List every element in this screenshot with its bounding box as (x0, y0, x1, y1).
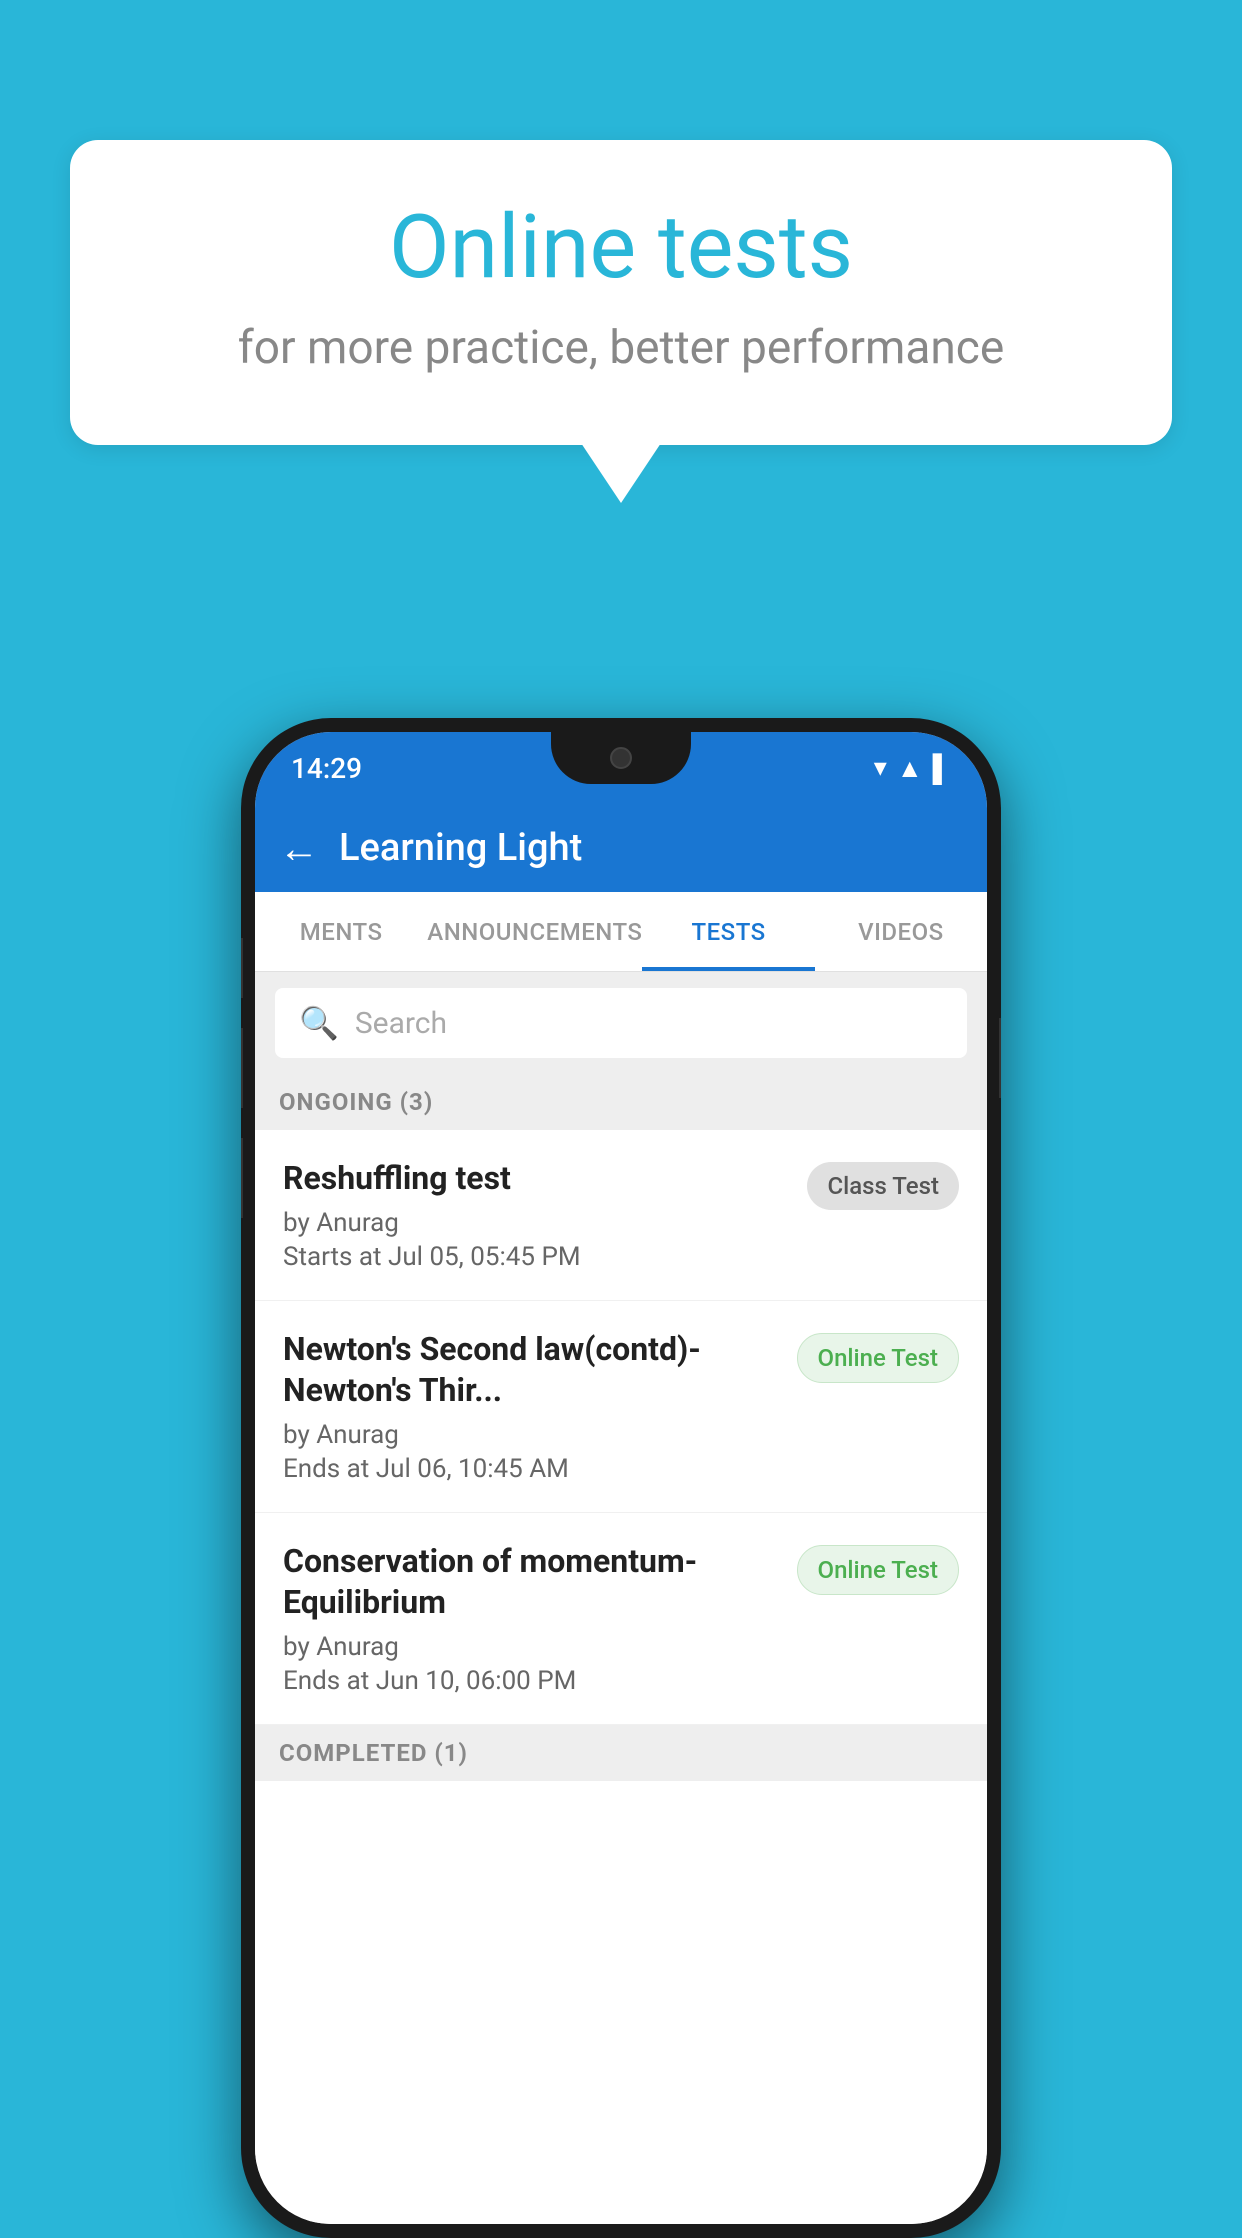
status-bar: 14:29 ▾ ▲ ▌ (255, 732, 987, 804)
test-by-reshuffling: by Anurag (283, 1208, 791, 1238)
status-time: 14:29 (291, 752, 362, 785)
ongoing-section-header: ONGOING (3) (255, 1074, 987, 1130)
test-item-reshuffling[interactable]: Reshuffling test by Anurag Starts at Jul… (255, 1130, 987, 1301)
test-badge-reshuffling: Class Test (807, 1162, 959, 1210)
test-name-conservation: Conservation of momentum-Equilibrium (283, 1541, 781, 1624)
tab-tests[interactable]: TESTS (642, 892, 814, 971)
volume-down-button[interactable] (241, 1028, 243, 1108)
signal-icon: ▲ (897, 753, 923, 784)
speech-bubble-container: Online tests for more practice, better p… (70, 140, 1172, 503)
test-name-reshuffling: Reshuffling test (283, 1158, 791, 1200)
app-bar-title: Learning Light (339, 826, 582, 870)
tests-list: Reshuffling test by Anurag Starts at Jul… (255, 1130, 987, 2224)
silent-button[interactable] (241, 1138, 243, 1218)
power-button[interactable] (999, 1018, 1001, 1098)
battery-icon: ▌ (933, 753, 951, 784)
test-by-newton: by Anurag (283, 1420, 781, 1450)
test-badge-conservation: Online Test (797, 1545, 959, 1595)
back-button[interactable]: ← (279, 825, 319, 872)
search-placeholder: Search (355, 1006, 447, 1041)
test-time-reshuffling: Starts at Jul 05, 05:45 PM (283, 1242, 791, 1272)
test-info-reshuffling: Reshuffling test by Anurag Starts at Jul… (283, 1158, 791, 1272)
wifi-icon: ▾ (874, 753, 887, 783)
tab-announcements[interactable]: ANNOUNCEMENTS (427, 892, 642, 971)
tab-videos[interactable]: VIDEOS (815, 892, 987, 971)
app-bar: ← Learning Light (255, 804, 987, 892)
test-time-conservation: Ends at Jun 10, 06:00 PM (283, 1666, 781, 1696)
speech-bubble-title: Online tests (150, 200, 1092, 297)
test-by-conservation: by Anurag (283, 1632, 781, 1662)
camera-dot (610, 747, 632, 769)
volume-up-button[interactable] (241, 938, 243, 998)
tab-ments[interactable]: MENTS (255, 892, 427, 971)
test-item-conservation[interactable]: Conservation of momentum-Equilibrium by … (255, 1513, 987, 1725)
phone-frame: 14:29 ▾ ▲ ▌ ← Learning Light MENTS ANNOU… (241, 718, 1001, 2238)
speech-bubble-arrow (581, 443, 661, 503)
test-info-conservation: Conservation of momentum-Equilibrium by … (283, 1541, 781, 1696)
test-badge-newton: Online Test (797, 1333, 959, 1383)
speech-bubble-subtitle: for more practice, better performance (150, 321, 1092, 375)
search-container: 🔍 Search (255, 972, 987, 1074)
speech-bubble: Online tests for more practice, better p… (70, 140, 1172, 445)
phone-screen: 14:29 ▾ ▲ ▌ ← Learning Light MENTS ANNOU… (255, 732, 987, 2224)
notch (551, 732, 691, 784)
search-icon: 🔍 (299, 1004, 339, 1042)
status-icons: ▾ ▲ ▌ (874, 753, 951, 784)
search-input[interactable]: 🔍 Search (275, 988, 967, 1058)
test-info-newton: Newton's Second law(contd)-Newton's Thir… (283, 1329, 781, 1484)
test-name-newton: Newton's Second law(contd)-Newton's Thir… (283, 1329, 781, 1412)
tabs-bar: MENTS ANNOUNCEMENTS TESTS VIDEOS (255, 892, 987, 972)
test-time-newton: Ends at Jul 06, 10:45 AM (283, 1454, 781, 1484)
test-item-newton[interactable]: Newton's Second law(contd)-Newton's Thir… (255, 1301, 987, 1513)
completed-section-header: COMPLETED (1) (255, 1725, 987, 1781)
